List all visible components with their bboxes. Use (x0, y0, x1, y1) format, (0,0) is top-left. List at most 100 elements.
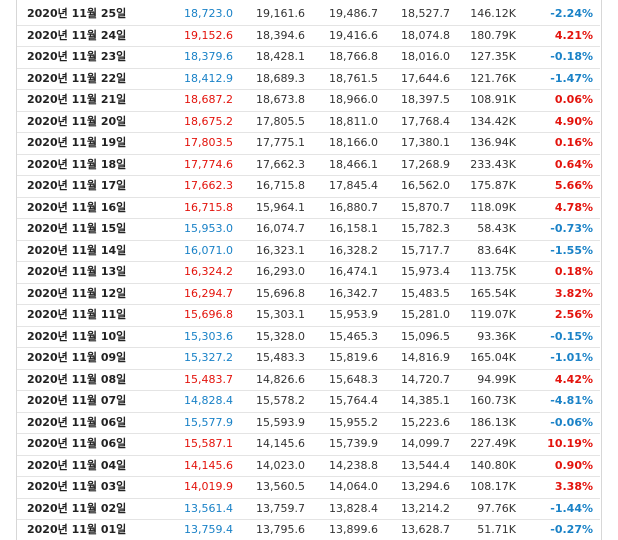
date-cell: 2020년 11월 09일 (27, 351, 127, 364)
change-percent-cell: -1.44% (550, 501, 593, 515)
high-price-cell: 13,828.4 (329, 501, 378, 515)
high-price-cell: 18,766.8 (329, 50, 378, 63)
low-price-cell: 17,768.4 (401, 114, 450, 128)
close-price-cell: 15,953.0 (184, 222, 233, 235)
change-percent-cell: -0.73% (550, 222, 593, 235)
volume-cell: 118.09K (470, 200, 516, 214)
history-table-body: 2020년 11월 25일 18,723.0 19,161.6 19,486.7 18,… (17, 4, 600, 540)
change-percent-cell: 4.78% (554, 200, 593, 214)
close-price-cell: 17,662.3 (184, 179, 233, 192)
open-price-cell: 16,293.0 (256, 265, 305, 278)
low-price-cell: 15,223.6 (401, 415, 450, 429)
table-row: 2020년 11월 12일 16,294.7 15,696.8 16,342.7 15,… (17, 284, 600, 305)
open-price-cell: 15,696.8 (256, 286, 305, 300)
volume-cell: 227.49K (470, 437, 516, 450)
change-percent-cell: -0.15% (550, 329, 593, 343)
low-price-cell: 17,380.1 (401, 136, 450, 149)
volume-cell: 94.99K (477, 372, 516, 386)
close-price-cell: 15,696.8 (184, 308, 233, 321)
high-price-cell: 13,899.6 (329, 523, 378, 536)
open-price-cell: 14,023.0 (256, 458, 305, 472)
high-price-cell: 18,811.0 (329, 114, 378, 128)
high-price-cell: 15,819.6 (329, 351, 378, 364)
open-price-cell: 13,560.5 (256, 480, 305, 493)
table-row: 2020년 11월 25일 18,723.0 19,161.6 19,486.7 18,… (17, 4, 600, 26)
close-price-cell: 13,759.4 (184, 523, 233, 536)
close-price-cell: 18,379.6 (184, 50, 233, 63)
table-row: 2020년 11월 17일 17,662.3 16,715.8 17,845.4 16,… (17, 176, 600, 198)
change-percent-cell: 3.82% (554, 286, 593, 300)
close-price-cell: 18,687.2 (184, 93, 233, 106)
volume-cell: 83.64K (477, 243, 516, 257)
open-price-cell: 14,145.6 (256, 437, 305, 450)
high-price-cell: 15,764.4 (329, 394, 378, 407)
low-price-cell: 14,099.7 (401, 437, 450, 450)
close-price-cell: 14,828.4 (184, 394, 233, 407)
change-percent-cell: 3.38% (554, 480, 593, 493)
close-price-cell: 18,723.0 (184, 7, 233, 20)
low-price-cell: 15,096.5 (401, 329, 450, 343)
table-row: 2020년 11월 11일 15,696.8 15,303.1 15,953.9 15,… (17, 305, 600, 327)
date-cell: 2020년 11월 19일 (27, 136, 127, 149)
high-price-cell: 18,761.5 (329, 71, 378, 85)
change-percent-cell: 0.90% (554, 458, 593, 472)
high-price-cell: 15,465.3 (329, 329, 378, 343)
low-price-cell: 14,816.9 (401, 351, 450, 364)
table-row: 2020년 11월 13일 16,324.2 16,293.0 16,474.1 15,… (17, 262, 600, 284)
close-price-cell: 14,019.9 (184, 480, 233, 493)
change-percent-cell: 2.56% (554, 308, 593, 321)
low-price-cell: 18,016.0 (401, 50, 450, 63)
low-price-cell: 15,870.7 (401, 200, 450, 214)
date-cell: 2020년 11월 04일 (27, 458, 127, 472)
low-price-cell: 13,628.7 (401, 523, 450, 536)
close-price-cell: 18,675.2 (184, 114, 233, 128)
date-cell: 2020년 11월 15일 (27, 222, 127, 235)
volume-cell: 233.43K (470, 157, 516, 171)
date-cell: 2020년 11월 02일 (27, 501, 127, 515)
date-cell: 2020년 11월 20일 (27, 114, 127, 128)
close-price-cell: 15,577.9 (184, 415, 233, 429)
open-price-cell: 15,483.3 (256, 351, 305, 364)
open-price-cell: 16,074.7 (256, 222, 305, 235)
high-price-cell: 17,845.4 (329, 179, 378, 192)
date-cell: 2020년 11월 21일 (27, 93, 127, 106)
date-cell: 2020년 11월 06일 (27, 415, 127, 429)
high-price-cell: 14,238.8 (329, 458, 378, 472)
low-price-cell: 18,397.5 (401, 93, 450, 106)
high-price-cell: 19,486.7 (329, 7, 378, 20)
open-price-cell: 17,805.5 (256, 114, 305, 128)
table-row: 2020년 11월 18일 17,774.6 17,662.3 18,466.1 17,… (17, 155, 600, 176)
table-row: 2020년 11월 24일 19,152.6 18,394.6 19,416.6 18,… (17, 26, 600, 47)
change-percent-cell: 0.16% (554, 136, 593, 149)
date-cell: 2020년 11월 07일 (27, 394, 127, 407)
volume-cell: 140.80K (470, 458, 516, 472)
open-price-cell: 18,394.6 (256, 28, 305, 42)
volume-cell: 121.76K (470, 71, 516, 85)
high-price-cell: 18,966.0 (329, 93, 378, 106)
table-row: 2020년 11월 08일 15,483.7 14,826.6 15,648.3 14,… (17, 370, 600, 391)
date-cell: 2020년 11월 17일 (27, 179, 127, 192)
table-row: 2020년 11월 14일 16,071.0 16,323.1 16,328.2 15,… (17, 241, 600, 262)
table-row: 2020년 11월 15일 15,953.0 16,074.7 16,158.1 15,… (17, 219, 600, 241)
close-price-cell: 14,145.6 (184, 458, 233, 472)
open-price-cell: 14,826.6 (256, 372, 305, 386)
low-price-cell: 18,074.8 (401, 28, 450, 42)
table-row: 2020년 11월 20일 18,675.2 17,805.5 18,811.0 17,… (17, 112, 600, 133)
table-row: 2020년 11월 02일 13,561.4 13,759.7 13,828.4 13,… (17, 499, 600, 520)
change-percent-cell: 5.66% (554, 179, 593, 192)
table-row: 2020년 11월 07일 14,828.4 15,578.2 15,764.4 14,… (17, 391, 600, 413)
open-price-cell: 15,303.1 (256, 308, 305, 321)
table-row: 2020년 11월 21일 18,687.2 18,673.8 18,966.0 18,… (17, 90, 600, 112)
low-price-cell: 14,720.7 (401, 372, 450, 386)
history-table-page: 2020년 11월 25일 18,723.0 19,161.6 19,486.7 18,… (0, 0, 618, 540)
high-price-cell: 16,474.1 (329, 265, 378, 278)
close-price-cell: 15,303.6 (184, 329, 233, 343)
high-price-cell: 19,416.6 (329, 28, 378, 42)
high-price-cell: 16,158.1 (329, 222, 378, 235)
close-price-cell: 16,324.2 (184, 265, 233, 278)
open-price-cell: 16,323.1 (256, 243, 305, 257)
change-percent-cell: 4.42% (554, 372, 593, 386)
date-cell: 2020년 11월 11일 (27, 308, 127, 321)
close-price-cell: 16,294.7 (184, 286, 233, 300)
open-price-cell: 15,328.0 (256, 329, 305, 343)
